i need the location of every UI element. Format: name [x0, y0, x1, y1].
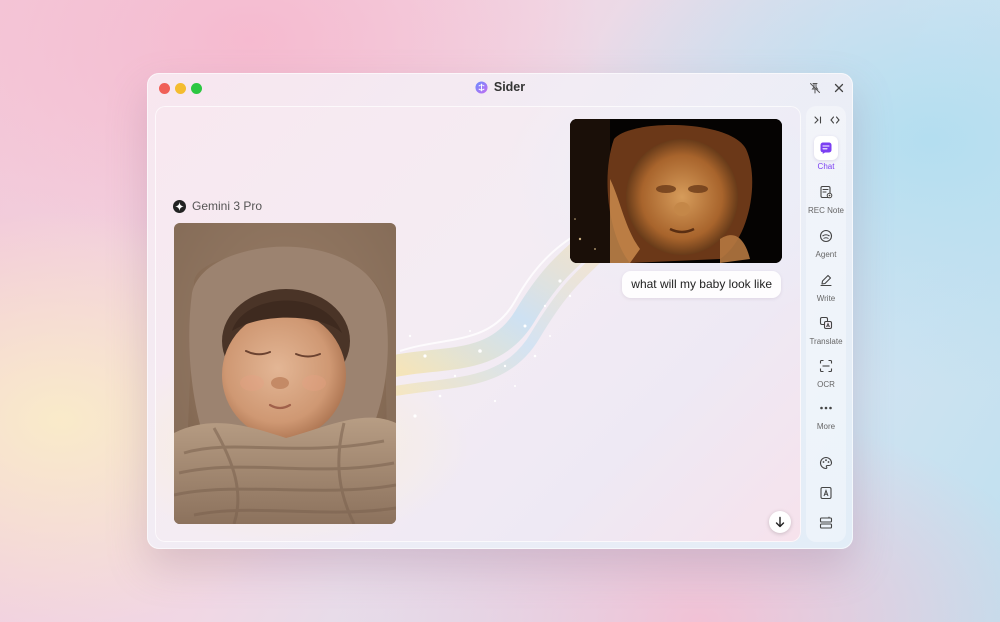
close-icon[interactable] — [832, 81, 846, 95]
right-sidebar: Chat REC Note Agent Write Translate OCR … — [806, 106, 846, 542]
sider-window: Sider Gemini 3 Pro what will my baby loo… — [147, 73, 853, 549]
scroll-to-bottom-button[interactable] — [769, 511, 791, 533]
sidebar-item-label: REC Note — [807, 206, 844, 215]
agent-icon — [814, 224, 838, 248]
sidebar-item-agent[interactable]: Agent — [806, 224, 846, 259]
pdf-icon[interactable] — [814, 482, 838, 504]
sidebar-item-label: More — [816, 422, 836, 431]
window-title-area: Sider — [147, 80, 853, 99]
chat-panel: Gemini 3 Pro what will my baby look like — [155, 106, 801, 542]
sidebar-item-more[interactable]: More — [806, 396, 846, 431]
sidebar-top-controls — [806, 114, 846, 125]
sidebar-item-ocr[interactable]: OCR — [806, 354, 846, 389]
layout-icon[interactable] — [814, 512, 838, 534]
title-bar: Sider — [147, 73, 853, 103]
sidebar-item-rec-note[interactable]: REC Note — [806, 180, 846, 215]
sidebar-item-label: OCR — [817, 380, 835, 389]
sidebar-item-label: Translate — [809, 337, 843, 346]
write-icon — [814, 268, 838, 292]
arrow-down-icon — [775, 516, 785, 528]
newborn-baby-image — [174, 223, 396, 524]
user-upload-image[interactable] — [570, 119, 782, 263]
code-view-icon[interactable] — [829, 114, 840, 125]
ocr-icon — [814, 354, 838, 378]
model-name: Gemini 3 Pro — [192, 199, 263, 213]
user-message-bubble: what will my baby look like — [622, 271, 781, 298]
sidebar-item-translate[interactable]: Translate — [806, 311, 846, 346]
more-icon — [814, 396, 838, 420]
collapse-sidebar-icon[interactable] — [812, 114, 823, 125]
palette-icon[interactable] — [814, 452, 838, 474]
window-title: Sider — [493, 80, 526, 94]
sidebar-item-write[interactable]: Write — [806, 268, 846, 303]
ultrasound-3d-image — [570, 119, 782, 263]
ai-response-image[interactable] — [174, 223, 396, 524]
unpin-icon[interactable] — [808, 81, 822, 95]
rec-note-icon — [814, 180, 838, 204]
sidebar-item-label: Chat — [817, 162, 835, 171]
sider-logo-icon — [475, 80, 488, 94]
sidebar-item-label: Write — [816, 294, 836, 303]
sidebar-item-label: Agent — [815, 250, 837, 259]
sidebar-item-chat[interactable]: Chat — [806, 136, 846, 171]
gemini-icon — [173, 199, 186, 213]
chat-icon — [814, 136, 838, 160]
translate-icon — [814, 311, 838, 335]
model-label: Gemini 3 Pro — [173, 199, 262, 213]
